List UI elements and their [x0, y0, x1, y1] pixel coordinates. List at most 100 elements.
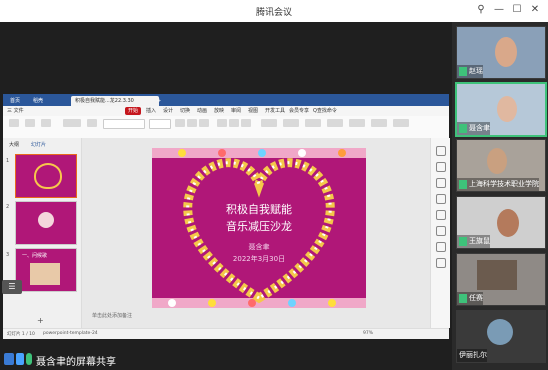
align-right-icon[interactable]: [241, 119, 251, 127]
slide-thumb-2[interactable]: [15, 201, 77, 245]
slide-thumb-3[interactable]: 一、问候歌: [15, 248, 77, 292]
window-title: 腾讯会议: [255, 8, 292, 18]
slide-date: 2022年3月30日: [232, 255, 286, 263]
find-icon[interactable]: [349, 119, 365, 127]
close-button[interactable]: ✕: [528, 4, 542, 15]
property-icon[interactable]: [436, 146, 446, 156]
slide-thumb-1[interactable]: [15, 154, 77, 198]
minimize-button[interactable]: —: [492, 4, 506, 15]
thumb-number: 1: [6, 158, 10, 164]
tab-home[interactable]: 首页: [6, 96, 24, 106]
screen-icon: [16, 353, 24, 365]
user-icon: [4, 353, 14, 365]
quick-style-icon[interactable]: [327, 119, 343, 127]
align-center-icon[interactable]: [229, 119, 239, 127]
participant-video[interactable]: 伊丽扎尔: [456, 310, 546, 363]
mic-icon: [459, 123, 467, 133]
menu-view[interactable]: 视图: [248, 107, 258, 115]
pen-icon[interactable]: [436, 162, 446, 172]
menu-search[interactable]: Q查找命令: [313, 107, 337, 115]
bold-icon[interactable]: [175, 119, 185, 127]
replace-icon[interactable]: [371, 119, 387, 127]
slide-title-line1: 积极自我赋能: [226, 203, 292, 216]
participant-name: 伊丽扎尔: [459, 351, 487, 359]
participant-video[interactable]: 王旗鼠: [456, 196, 546, 249]
tab-docer[interactable]: 稻壳: [29, 96, 47, 106]
share-label-bar: 聂含聿的屏幕共享: [0, 350, 130, 370]
align-left-icon[interactable]: [217, 119, 227, 127]
participant-video[interactable]: 上海科学技术职业学院: [456, 139, 546, 192]
menu-devtools[interactable]: 开发工具: [265, 107, 285, 115]
menu-animation[interactable]: 动画: [197, 107, 207, 115]
participant-scene: [477, 260, 517, 290]
current-slide[interactable]: 积极自我赋能 音乐减压沙龙 聂含聿 2022年3月30日: [152, 148, 366, 308]
zoom-level[interactable]: 97%: [363, 331, 373, 336]
format-icon[interactable]: [436, 194, 446, 204]
settings-icon[interactable]: [436, 178, 446, 188]
mic-icon: [459, 236, 467, 246]
participant-name: 聂含聿: [469, 124, 490, 132]
new-slide-icon[interactable]: [63, 119, 81, 127]
layout-icon[interactable]: [87, 119, 97, 127]
template-name: powerpoint-template-24: [43, 331, 98, 336]
animation-icon[interactable]: [436, 210, 446, 220]
participant-face: [495, 37, 517, 67]
screen-share-area: 首页 稻壳 积极自我赋能...龙22.3.30 + 三 文件 开始 插入 设计 …: [0, 22, 452, 370]
location-icon[interactable]: [436, 242, 446, 252]
slide-thumbnail-pane: 大纲 幻灯片 1 2 3 一、问候歌 +: [3, 138, 82, 328]
menu-home[interactable]: 开始: [125, 107, 142, 115]
page-indicator: 幻灯片 1 / 10: [7, 332, 35, 337]
participant-video[interactable]: 赵瑶: [456, 26, 546, 79]
notes-placeholder[interactable]: 单击此处添加备注: [92, 312, 132, 319]
italic-icon[interactable]: [187, 119, 197, 127]
menu-slideshow[interactable]: 放映: [214, 107, 224, 115]
font-size-select[interactable]: [149, 119, 171, 129]
font-select[interactable]: [103, 119, 145, 129]
participant-name-bar: 赵瑶: [457, 65, 483, 78]
new-tab-button[interactable]: +: [153, 96, 165, 106]
participant-name-bar: 王旗鼠: [457, 235, 490, 248]
thumb-heart-shape: [34, 163, 62, 189]
maximize-button[interactable]: ☐: [510, 4, 524, 15]
menu-review[interactable]: 审阅: [231, 107, 241, 115]
menu-design[interactable]: 设计: [163, 107, 173, 115]
mic-icon: [459, 179, 467, 189]
participant-video[interactable]: 任赛: [456, 253, 546, 306]
wps-tab-bar: 首页 稻壳 积极自我赋能...龙22.3.30 +: [3, 94, 449, 106]
paste-icon[interactable]: [9, 119, 19, 127]
shape-icon[interactable]: [283, 119, 299, 127]
format-painter-icon[interactable]: [41, 119, 51, 127]
menu-insert[interactable]: 插入: [146, 107, 156, 115]
select-icon[interactable]: [393, 119, 409, 127]
thumb-3-title: 一、问候歌: [22, 253, 48, 259]
thumb-flower-image: [30, 263, 60, 285]
cut-icon[interactable]: [25, 119, 35, 127]
participant-face: [497, 209, 519, 237]
add-slide-button[interactable]: +: [37, 316, 44, 325]
wps-ribbon: [3, 116, 449, 139]
pin-icon[interactable]: ⚲: [474, 4, 488, 15]
participant-name-bar: 伊丽扎尔: [457, 349, 487, 362]
panel-tab-slides[interactable]: 幻灯片: [31, 141, 46, 148]
panel-tab-outline[interactable]: 大纲: [9, 141, 19, 148]
participant-panel: 赵瑶 聂含聿 上海科学技术职业学院 王旗鼠 任赛 伊丽扎尔: [452, 22, 548, 370]
shape-panel-icon[interactable]: [436, 226, 446, 236]
menu-transition[interactable]: 切换: [180, 107, 190, 115]
participant-face: [487, 148, 507, 174]
participant-face: [497, 96, 517, 122]
tab-presentation[interactable]: 积极自我赋能...龙22.3.30: [71, 96, 159, 106]
menu-file[interactable]: 三 文件: [7, 107, 24, 115]
underline-icon[interactable]: [199, 119, 209, 127]
participant-name: 王旗鼠: [469, 237, 490, 245]
status-bar: 幻灯片 1 / 10 powerpoint-template-24 97%: [3, 328, 449, 339]
menu-member[interactable]: 会员专享: [289, 107, 309, 115]
participant-name-bar: 上海科学技术职业学院: [457, 178, 539, 191]
menu-list-icon[interactable]: ☰: [2, 280, 22, 294]
arrange-icon[interactable]: [305, 119, 321, 127]
participant-video-active[interactable]: 聂含聿: [455, 82, 547, 137]
textbox-icon[interactable]: [261, 119, 277, 127]
slide-title-line2: 音乐减压沙龙: [226, 220, 292, 233]
participant-avatar: [487, 319, 513, 345]
help-icon[interactable]: [436, 258, 446, 268]
right-toolbar: [430, 138, 450, 328]
